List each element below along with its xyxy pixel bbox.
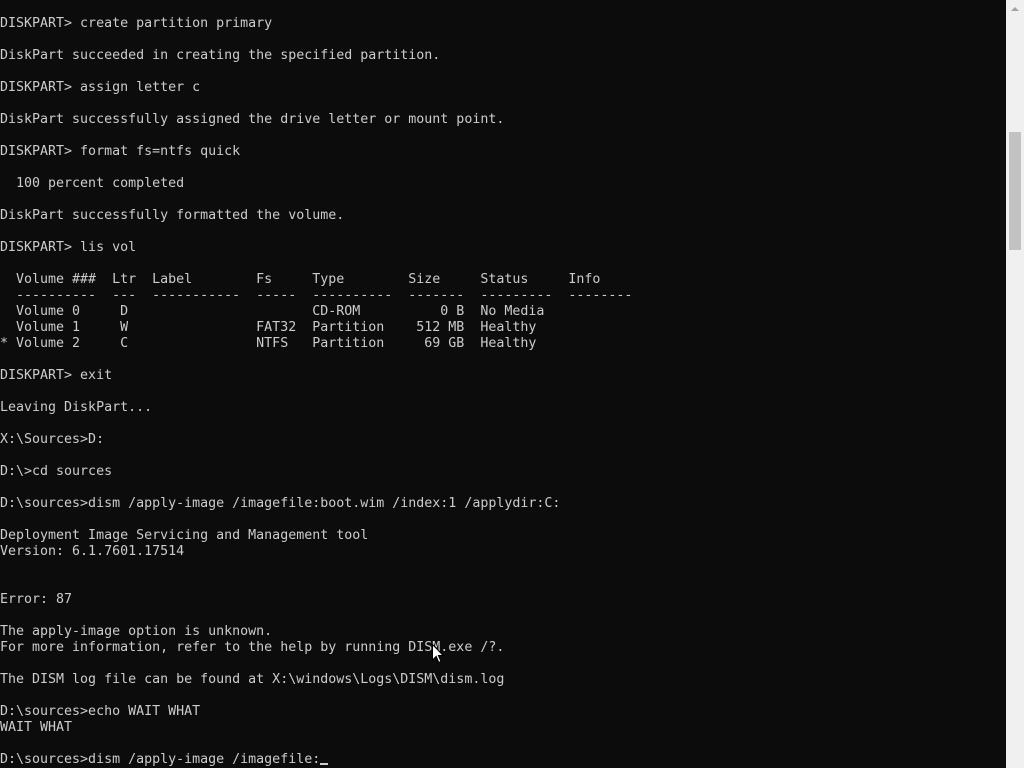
terminal-line: DISKPART> exit xyxy=(0,368,113,383)
mouse-pointer-icon xyxy=(432,644,444,664)
terminal-output: DISKPART> create partition primary DiskPa… xyxy=(0,16,632,768)
terminal-line: DiskPart successfully assigned the drive… xyxy=(0,112,505,127)
terminal-line: D:\sources>echo WAIT WHAT xyxy=(0,704,201,719)
terminal-line: Leaving DiskPart... xyxy=(0,400,153,415)
terminal-line: DiskPart successfully formatted the volu… xyxy=(0,208,345,223)
terminal-line: DISKPART> create partition primary xyxy=(0,16,273,31)
terminal-line: Deployment Image Servicing and Managemen… xyxy=(0,528,369,543)
scrollbar-thumb[interactable] xyxy=(1009,132,1021,250)
terminal-line: * Volume 2 C NTFS Partition 69 GB Health… xyxy=(0,336,537,351)
terminal-line: D:\>cd sources xyxy=(0,464,113,479)
terminal-line: Error: 87 xyxy=(0,592,73,607)
terminal-line: Volume 1 W FAT32 Partition 512 MB Health… xyxy=(0,320,537,335)
terminal-line: Volume 0 D CD-ROM 0 B No Media xyxy=(0,304,545,319)
terminal-line: Volume ### Ltr Label Fs Type Size Status… xyxy=(0,272,601,287)
terminal-line: Version: 6.1.7601.17514 xyxy=(0,544,185,559)
command-prompt-console[interactable]: DISKPART> create partition primary DiskPa… xyxy=(0,0,1006,768)
text-cursor xyxy=(320,763,329,765)
terminal-line: 100 percent completed xyxy=(0,176,185,191)
terminal-line: DiskPart succeeded in creating the speci… xyxy=(0,48,441,63)
terminal-line: The DISM log file can be found at X:\win… xyxy=(0,672,505,687)
terminal-line: DISKPART> lis vol xyxy=(0,240,137,255)
terminal-line: D:\sources>dism /apply-image /imagefile:… xyxy=(0,496,561,511)
scroll-up-arrow-icon[interactable] xyxy=(1006,0,1024,18)
terminal-line: X:\Sources>D: xyxy=(0,432,105,447)
vertical-scrollbar[interactable] xyxy=(1006,0,1024,768)
terminal-line: The apply-image option is unknown. xyxy=(0,624,273,639)
terminal-line: ---------- --- ----------- ----- -------… xyxy=(0,288,633,303)
terminal-line: For more information, refer to the help … xyxy=(0,640,505,655)
terminal-line: DISKPART> assign letter c xyxy=(0,80,201,95)
command-input-line[interactable]: D:\sources>dism /apply-image /imagefile: xyxy=(0,752,632,768)
terminal-line: WAIT WHAT xyxy=(0,720,73,735)
terminal-line: DISKPART> format fs=ntfs quick xyxy=(0,144,241,159)
